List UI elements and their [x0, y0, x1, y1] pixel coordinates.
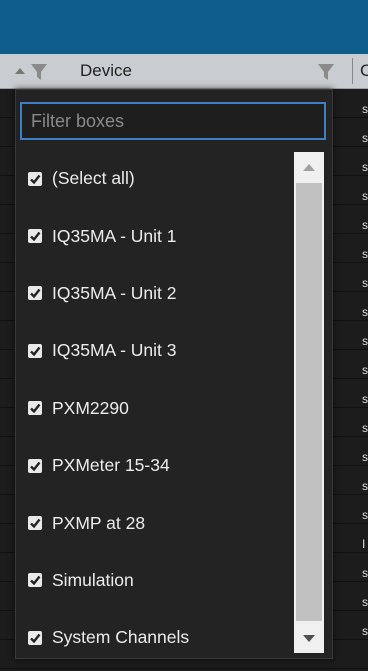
grid-cell[interactable]: I	[362, 530, 368, 559]
checkbox[interactable]	[28, 458, 42, 473]
funnel-icon[interactable]	[30, 62, 48, 82]
filter-option[interactable]: PXMeter 15-34	[16, 437, 296, 494]
filter-input[interactable]	[20, 102, 326, 140]
grid-cell[interactable]: s	[362, 414, 368, 443]
filter-option-label: Simulation	[52, 569, 134, 590]
check-icon	[30, 633, 41, 644]
grid-cell[interactable]: s	[362, 385, 368, 414]
check-icon	[30, 174, 41, 184]
grid-cell[interactable]: s	[362, 501, 368, 530]
check-icon	[30, 461, 41, 471]
top-banner	[0, 0, 368, 54]
check-icon	[30, 231, 41, 242]
filter-option-label: (Select all)	[52, 168, 135, 189]
scroll-thumb[interactable]	[296, 183, 322, 621]
grid-cell[interactable]: s	[362, 559, 368, 588]
column-header-device[interactable]: Device	[80, 61, 132, 81]
grid-cell[interactable]: s	[362, 124, 368, 153]
grid-cell-column: sssssssssssssssIsss	[362, 95, 368, 646]
check-icon	[30, 518, 41, 529]
filter-option[interactable]: IQ35MA - Unit 3	[16, 322, 296, 379]
filter-option-label: IQ35MA - Unit 3	[52, 340, 177, 361]
filter-option[interactable]: (Select all)	[16, 150, 296, 207]
filter-option[interactable]: PXMP at 28	[16, 494, 296, 551]
grid-header: Device C	[0, 54, 368, 89]
filter-option-label: PXMP at 28	[52, 512, 146, 533]
column-header-next[interactable]: C	[360, 61, 368, 81]
filter-option[interactable]: IQ35MA - Unit 1	[16, 207, 296, 264]
filter-option[interactable]: System Channels	[16, 609, 296, 666]
filter-option[interactable]: Simulation	[16, 552, 296, 609]
grid-cell[interactable]: s	[362, 472, 368, 501]
grid-cell[interactable]: s	[362, 182, 368, 211]
checkbox[interactable]	[28, 171, 42, 186]
checkbox[interactable]	[28, 401, 42, 416]
grid-cell[interactable]: s	[362, 588, 368, 617]
filter-popup: (Select all) IQ35MA - Unit 1 IQ35MA - Unit…	[15, 89, 333, 659]
funnel-icon[interactable]	[317, 62, 335, 82]
filter-option[interactable]: PXM2290	[16, 380, 296, 437]
filter-option-label: PXM2290	[52, 397, 129, 418]
checkbox[interactable]	[28, 286, 42, 301]
filter-options-list: (Select all) IQ35MA - Unit 1 IQ35MA - Unit…	[16, 150, 296, 667]
filter-option-label: IQ35MA - Unit 1	[52, 225, 177, 246]
grid-cell[interactable]: s	[362, 95, 368, 124]
checkbox[interactable]	[28, 630, 42, 645]
filter-option-label: PXMeter 15-34	[52, 455, 170, 476]
check-icon	[30, 404, 41, 414]
grid-cell[interactable]: s	[362, 153, 368, 182]
sort-ascending-icon[interactable]	[15, 68, 25, 74]
filter-option-label: System Channels	[52, 627, 190, 648]
checkbox[interactable]	[28, 343, 42, 358]
column-divider[interactable]	[352, 58, 353, 84]
scroll-up-arrow-icon[interactable]	[294, 152, 324, 182]
grid-cell[interactable]: s	[362, 211, 368, 240]
grid-cell[interactable]: s	[362, 617, 368, 646]
grid-cell[interactable]: s	[362, 298, 368, 327]
grid-cell[interactable]: s	[362, 269, 368, 298]
scroll-down-arrow-icon[interactable]	[294, 623, 324, 653]
check-icon	[30, 576, 41, 586]
filter-option[interactable]: IQ35MA - Unit 2	[16, 265, 296, 322]
scrollbar[interactable]	[294, 152, 324, 653]
check-icon	[30, 289, 41, 299]
grid-cell[interactable]: s	[362, 356, 368, 385]
filter-option-label: IQ35MA - Unit 2	[52, 282, 177, 303]
checkbox[interactable]	[28, 516, 42, 531]
checkbox[interactable]	[28, 573, 42, 588]
check-icon	[30, 346, 41, 357]
grid-cell[interactable]: s	[362, 443, 368, 472]
grid-cell[interactable]: s	[362, 240, 368, 269]
grid-cell[interactable]: s	[362, 327, 368, 356]
checkbox[interactable]	[28, 229, 42, 244]
